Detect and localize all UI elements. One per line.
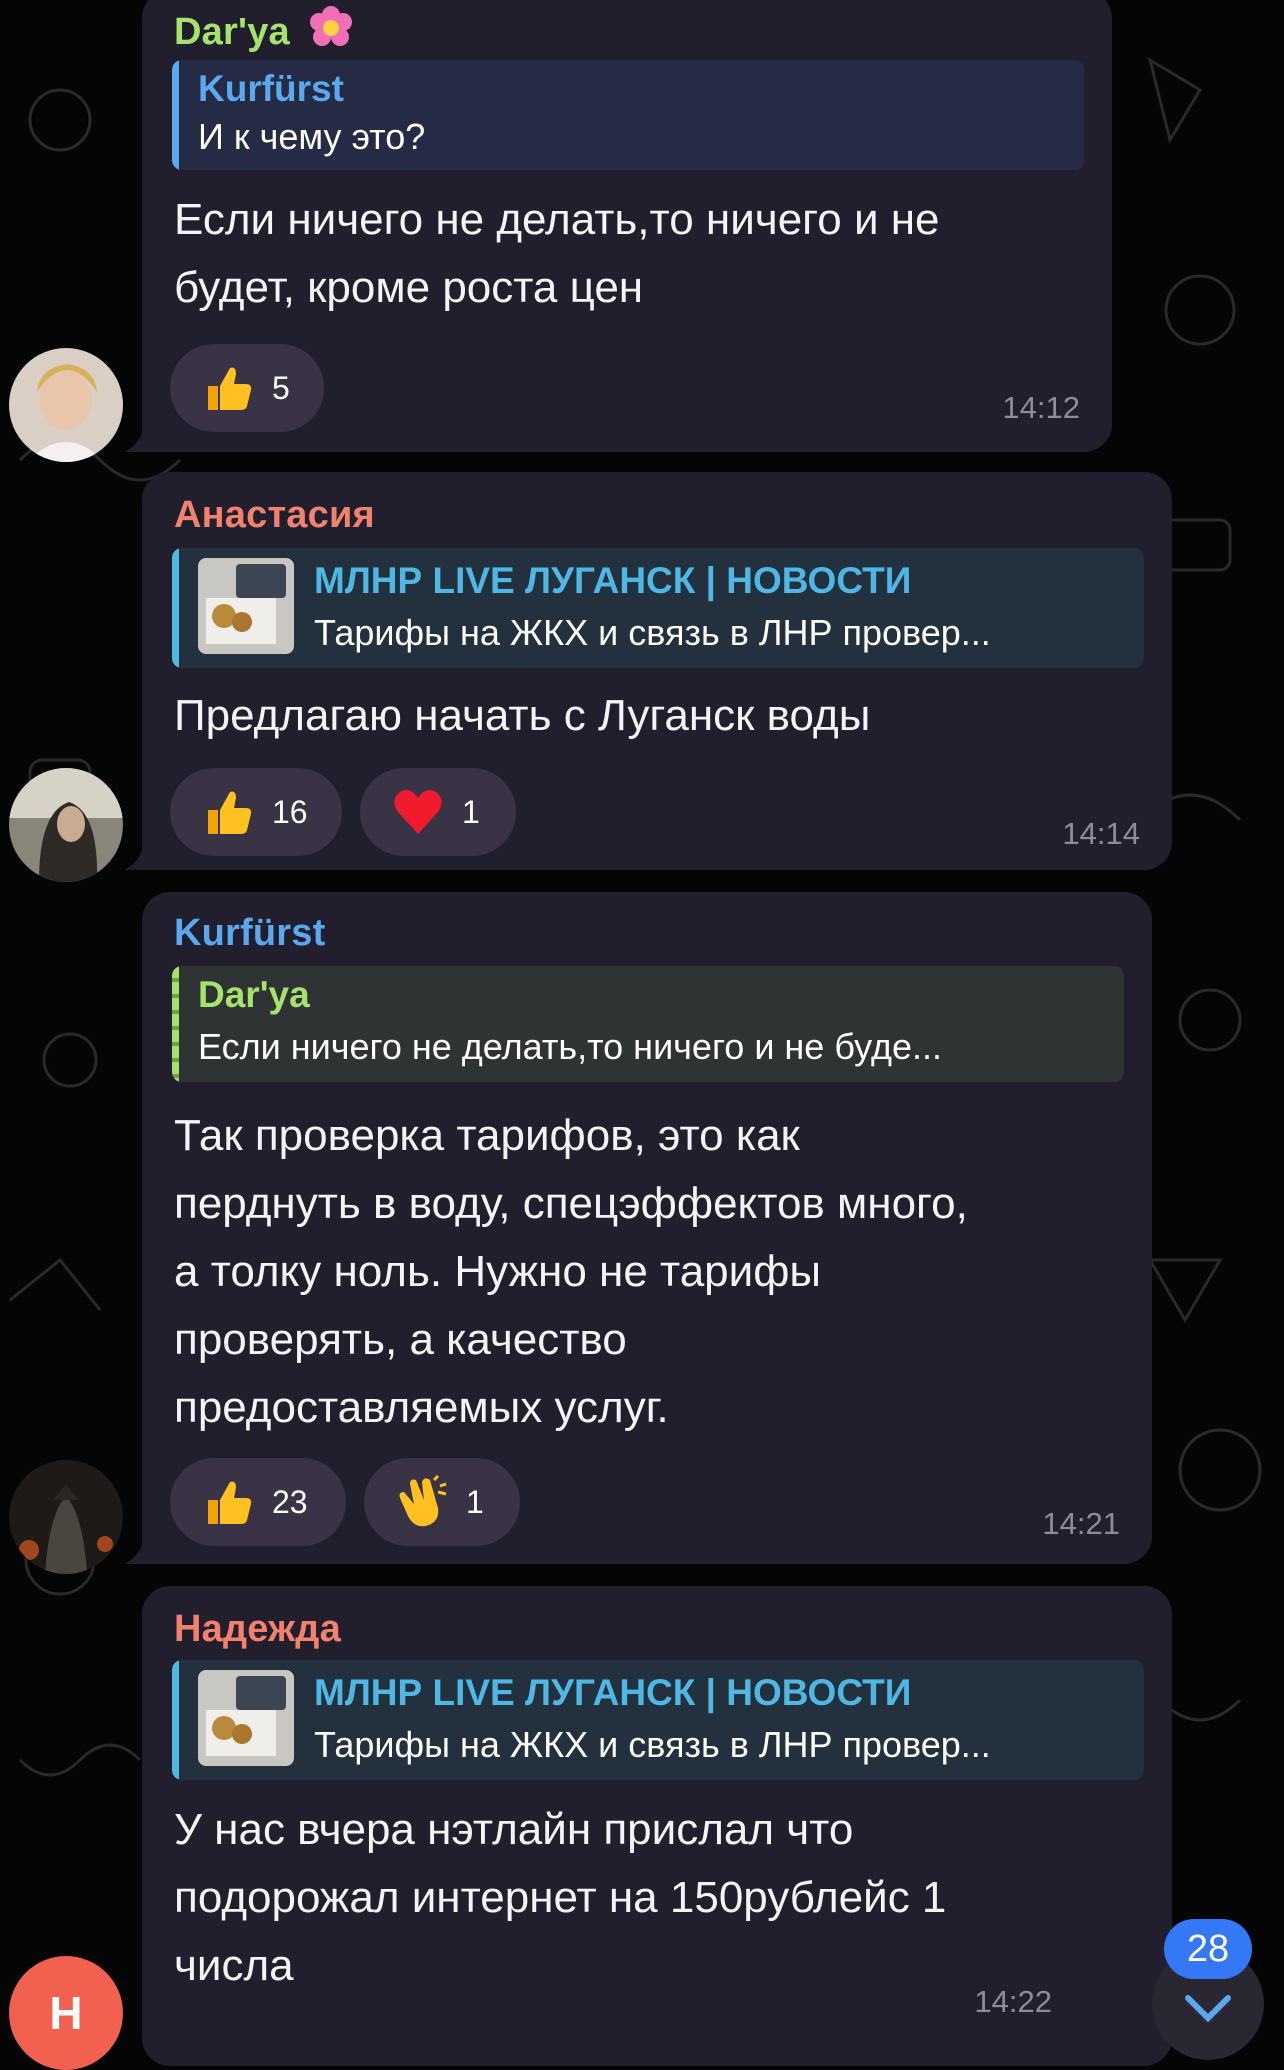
- reaction-thumbs-up[interactable]: 23: [170, 1458, 346, 1546]
- thumbs-up-icon: [208, 1481, 252, 1524]
- sender-name[interactable]: Надежда: [174, 1608, 341, 1651]
- unread-count-badge[interactable]: 28: [1164, 1919, 1252, 1979]
- thumbs-up-icon: [208, 367, 252, 410]
- flower-icon: [309, 6, 352, 46]
- reply-preview[interactable]: МЛНР LIVE ЛУГАНСК | НОВОСТИ Тарифы на ЖК…: [172, 548, 1144, 668]
- message-text: Предлагаю начать с Луганск воды: [174, 691, 871, 740]
- reply-sender: МЛНР LIVE ЛУГАНСК | НОВОСТИ: [314, 1672, 912, 1713]
- message-bubble[interactable]: Kurfürst Dar'ya Если ничего не делать,то…: [124, 892, 1152, 1564]
- reaction-count: 16: [272, 793, 308, 830]
- message-text: Если ничего не делать,то ничего и не буд…: [174, 195, 940, 312]
- bubble-tail: [124, 428, 144, 452]
- reaction-thumbs-up[interactable]: 16: [170, 768, 342, 856]
- reply-preview[interactable]: МЛНР LIVE ЛУГАНСК | НОВОСТИ Тарифы на ЖК…: [172, 1660, 1144, 1780]
- sender-name[interactable]: Анастасия: [174, 494, 375, 537]
- message-bubble[interactable]: Надежда МЛНР LIVE ЛУГАНСК | НОВОСТИ Тари…: [142, 1586, 1172, 2066]
- clapping-hands-icon: [399, 1474, 447, 1527]
- reaction-clap[interactable]: 1: [364, 1458, 520, 1546]
- bubble-tail: [124, 846, 144, 870]
- thumbs-up-icon: [208, 791, 252, 834]
- message-time: 14:22: [974, 1984, 1052, 2019]
- message-time: 14:21: [1042, 1506, 1120, 1541]
- sender-name-text: Dar'ya: [174, 11, 290, 53]
- reply-thumbnail: [198, 558, 294, 654]
- reply-accent-bar: [172, 966, 179, 1082]
- message-text: Так проверка тарифов, это как перднуть в…: [174, 1111, 968, 1432]
- avatar-initial-letter: Н: [49, 1987, 83, 2039]
- avatar[interactable]: [9, 1460, 123, 1574]
- sender-name[interactable]: Kurfürst: [174, 912, 326, 955]
- reply-sender: Dar'ya: [198, 974, 310, 1015]
- message-bubble[interactable]: Dar'ya Kurfürst И к чему это? Если ничег…: [124, 0, 1112, 452]
- red-heart-icon: [394, 790, 442, 834]
- message-text: У нас вчера нэтлайн прислал что подорожа…: [174, 1805, 947, 1990]
- sender-name[interactable]: Dar'ya: [174, 4, 355, 54]
- message-time: 14:12: [1002, 390, 1080, 425]
- bubble-tail: [124, 1540, 144, 1564]
- reply-preview[interactable]: Kurfürst И к чему это?: [172, 60, 1084, 170]
- message-time: 14:14: [1062, 816, 1140, 851]
- reaction-heart[interactable]: 1: [360, 768, 516, 856]
- reply-text: Тарифы на ЖКХ и связь в ЛНР провер...: [314, 1724, 991, 1765]
- reaction-count: 1: [466, 1483, 484, 1520]
- avatar[interactable]: [9, 768, 123, 882]
- avatar-initial[interactable]: Н: [9, 1956, 123, 2070]
- reply-accent-bar: [172, 1660, 179, 1780]
- reaction-thumbs-up[interactable]: 5: [170, 344, 324, 432]
- reply-text: И к чему это?: [198, 116, 426, 157]
- reply-accent-bar: [172, 548, 179, 668]
- reply-preview[interactable]: Dar'ya Если ничего не делать,то ничего и…: [172, 966, 1124, 1082]
- reply-text: Если ничего не делать,то ничего и не буд…: [198, 1026, 942, 1067]
- avatar[interactable]: [9, 348, 123, 462]
- reply-sender: Kurfürst: [198, 68, 344, 109]
- reaction-count: 1: [462, 793, 480, 830]
- reply-sender: МЛНР LIVE ЛУГАНСК | НОВОСТИ: [314, 560, 912, 601]
- reply-accent-bar: [172, 60, 179, 170]
- reply-thumbnail: [198, 1670, 294, 1766]
- reply-text: Тарифы на ЖКХ и связь в ЛНР провер...: [314, 612, 991, 653]
- message-bubble[interactable]: Анастасия МЛНР LIVE ЛУГАНСК | НОВОСТИ Та…: [124, 472, 1172, 870]
- reaction-count: 5: [272, 369, 290, 406]
- reaction-count: 23: [272, 1483, 308, 1520]
